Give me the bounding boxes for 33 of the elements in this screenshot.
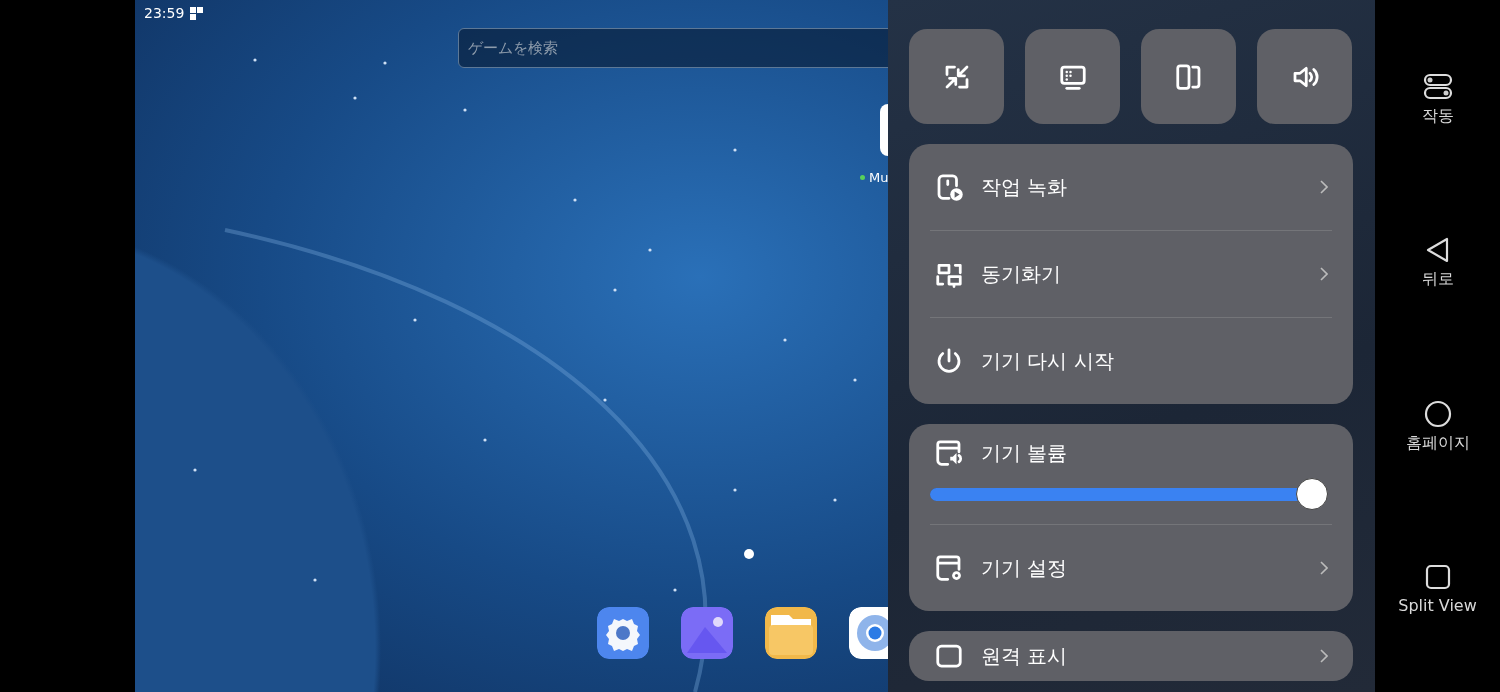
chevron-right-icon <box>1320 267 1328 281</box>
chevron-right-icon <box>1320 649 1328 663</box>
settings-app-icon[interactable] <box>597 607 649 659</box>
nav-button[interactable]: 뒤로 <box>1375 236 1500 291</box>
item-label: 기기 볼륨 <box>981 439 1069 467</box>
page-indicator-icon <box>744 549 754 559</box>
app-label: Mu <box>869 170 888 185</box>
menu-item[interactable]: 동기화기 <box>930 230 1332 317</box>
device-settings-icon <box>934 553 964 583</box>
display-button[interactable] <box>1025 29 1120 124</box>
search-field[interactable]: ゲームを検索 <box>458 28 888 68</box>
menu-item[interactable]: 기기 설정 <box>930 524 1332 611</box>
notification-icon <box>190 6 204 20</box>
nav-button[interactable]: 작동 <box>1375 72 1500 127</box>
shrink-button[interactable] <box>909 29 1004 124</box>
device-volume-icon <box>934 438 964 468</box>
gallery-app-icon[interactable] <box>681 607 733 659</box>
nav-button[interactable]: Split View <box>1375 563 1500 616</box>
folder-app-icon[interactable] <box>765 607 817 659</box>
status-dot-icon <box>860 175 865 180</box>
volume-slider[interactable] <box>930 478 1328 510</box>
volume-button[interactable] <box>1257 29 1352 124</box>
chevron-right-icon <box>1320 561 1328 575</box>
slider-thumb[interactable] <box>1296 478 1328 510</box>
browser-app-icon[interactable] <box>849 607 888 659</box>
status-time: 23:59 <box>144 5 185 21</box>
menu-item[interactable]: 원격 표시 <box>930 631 1332 681</box>
rotate-button[interactable] <box>1141 29 1236 124</box>
menu-item[interactable]: 기기 다시 시작 <box>930 317 1332 404</box>
menu-item[interactable]: 작업 녹화 <box>930 144 1332 230</box>
toggle-icon <box>1421 72 1454 101</box>
chevron-right-icon <box>1320 180 1328 194</box>
nav-button[interactable]: 홈페이지 <box>1375 399 1500 454</box>
